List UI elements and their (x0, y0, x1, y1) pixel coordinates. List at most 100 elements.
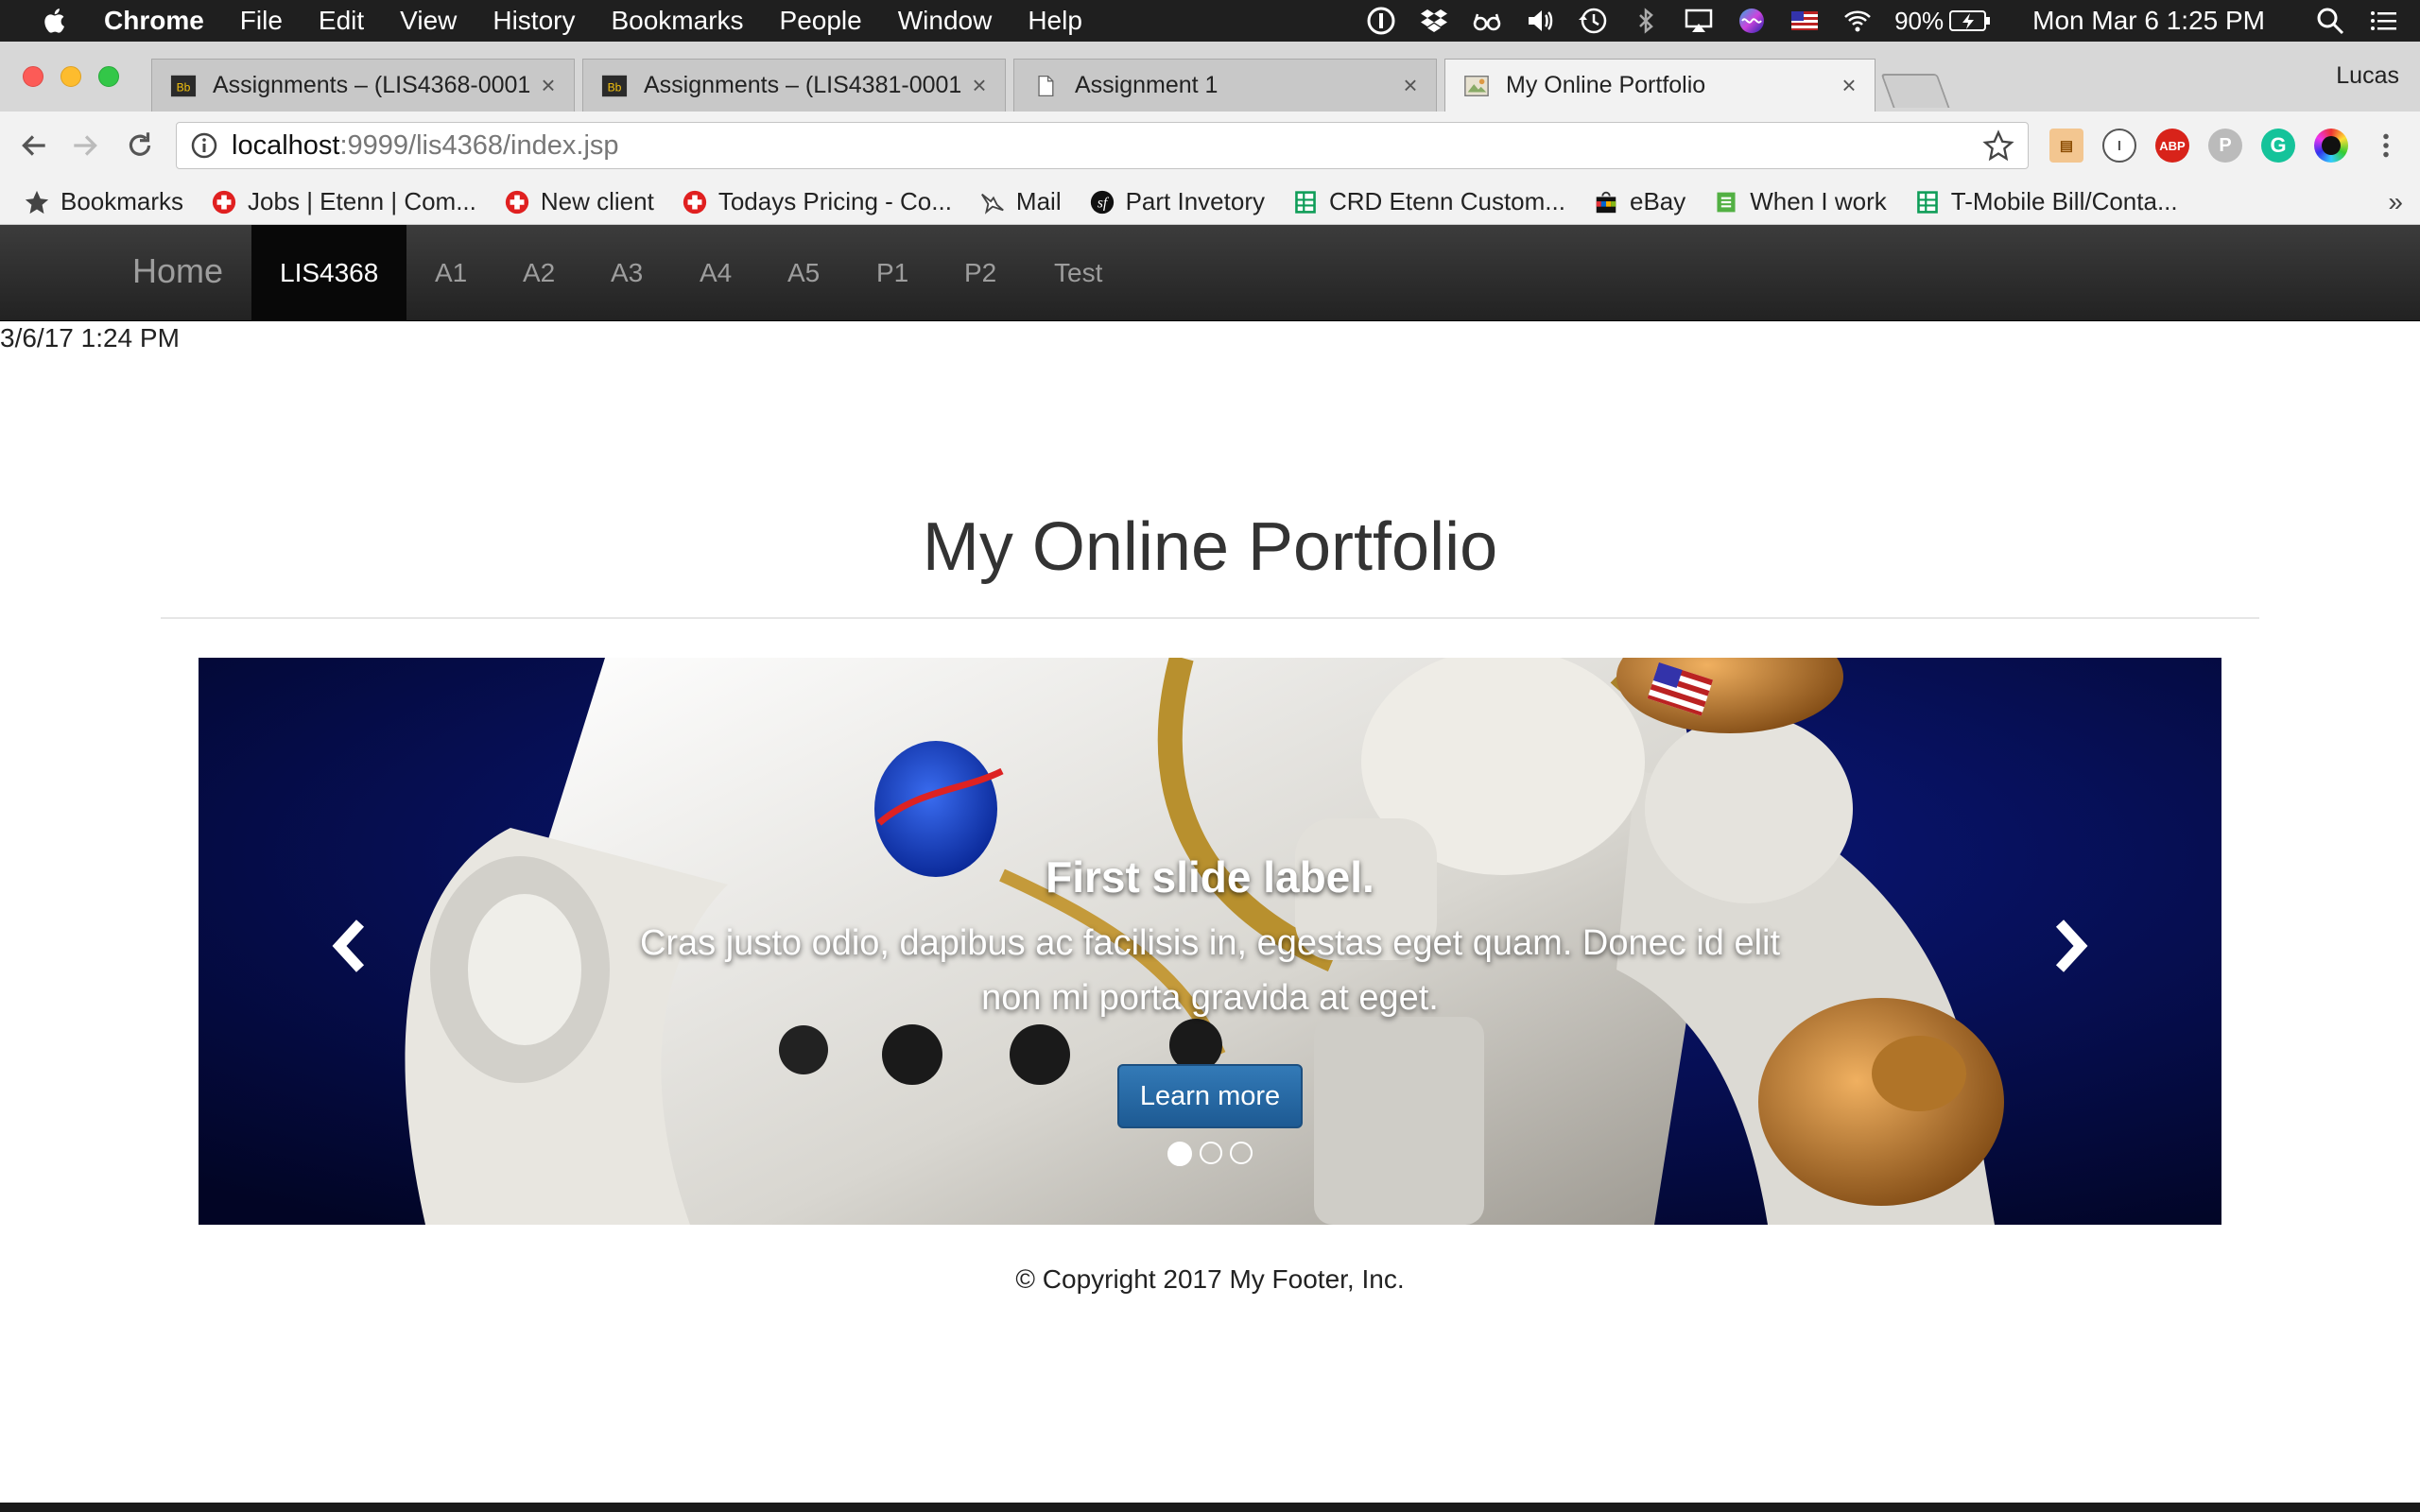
time-machine-icon[interactable] (1577, 5, 1609, 37)
close-window-button[interactable] (23, 66, 43, 87)
red-cross-icon (503, 188, 531, 216)
notification-center-icon[interactable] (2367, 5, 2399, 37)
nav-link-a5[interactable]: A5 (759, 225, 848, 320)
menu-help[interactable]: Help (1028, 6, 1082, 36)
carousel-indicator-2[interactable] (1200, 1142, 1222, 1164)
carousel-indicator-1[interactable] (1167, 1142, 1192, 1166)
bookmark-jobs-etenn[interactable]: Jobs | Etenn | Com... (210, 187, 476, 216)
pushbullet-extension-icon[interactable]: P (2208, 129, 2242, 163)
spotlight-search-icon[interactable] (2314, 5, 2346, 37)
tab-title: Assignments – (LIS4368-0001 (213, 72, 531, 98)
forward-button[interactable] (66, 127, 104, 164)
close-tab-icon[interactable]: × (534, 71, 562, 100)
close-tab-icon[interactable]: × (1396, 71, 1425, 100)
bluetooth-icon[interactable] (1630, 5, 1662, 37)
slide-heading: First slide label. (1046, 852, 1374, 902)
bookmark-label: Mail (1015, 187, 1062, 215)
clipboard-extension-icon[interactable]: ▤ (2049, 129, 2083, 163)
tab-title: Assignments – (LIS4381-0001 (644, 72, 962, 98)
bookmark-star-icon[interactable] (1982, 129, 2014, 162)
close-tab-icon[interactable]: × (1835, 71, 1863, 100)
close-tab-icon[interactable]: × (965, 71, 994, 100)
menu-window[interactable]: Window (898, 6, 993, 36)
maximize-window-button[interactable] (98, 66, 119, 87)
info-icon[interactable] (190, 131, 218, 160)
bookmark-label: T-Mobile Bill/Conta... (1950, 187, 2178, 215)
adblock-extension-icon[interactable]: ABP (2155, 129, 2189, 163)
nav-link-lis4368[interactable]: LIS4368 (251, 225, 407, 320)
bookmark-todays-pricing[interactable]: Todays Pricing - Co... (681, 187, 952, 216)
bookmark-crd-etenn[interactable]: CRD Etenn Custom... (1291, 187, 1565, 216)
tab-assignments-lis4368[interactable]: Bb Assignments – (LIS4368-0001 × (151, 59, 575, 112)
bookmark-part-invetory[interactable]: sf Part Invetory (1088, 187, 1265, 216)
nav-link-p2[interactable]: P2 (936, 225, 1025, 320)
airplay-icon[interactable] (1683, 5, 1715, 37)
reload-button[interactable] (121, 127, 159, 164)
navbar-brand-home[interactable]: Home (132, 251, 223, 291)
onepassword-status-icon[interactable] (1365, 5, 1397, 37)
mail-bird-icon (978, 188, 1007, 216)
wifi-icon[interactable] (1841, 5, 1874, 37)
tab-assignments-lis4381[interactable]: Bb Assignments – (LIS4381-0001 × (582, 59, 1006, 112)
sheets-icon (1291, 188, 1320, 216)
bookmarks-bar: Bookmarks Jobs | Etenn | Com... New clie… (0, 180, 2420, 225)
kebab-menu-icon (2383, 133, 2389, 158)
color-extension-icon[interactable] (2314, 129, 2348, 163)
new-tab-button[interactable] (1880, 74, 1950, 108)
battery-status[interactable]: 90% (1894, 7, 1991, 36)
menu-view[interactable]: View (400, 6, 457, 36)
menu-edit[interactable]: Edit (319, 6, 364, 36)
apple-icon[interactable] (38, 3, 74, 39)
bookmark-when-i-work[interactable]: When I work (1712, 187, 1887, 216)
tab-my-online-portfolio[interactable]: My Online Portfolio × (1444, 59, 1876, 112)
more-bookmarks-chevron-icon[interactable]: » (2388, 187, 2403, 217)
menu-history[interactable]: History (493, 6, 575, 36)
menu-bar-clock[interactable]: Mon Mar 6 1:25 PM (2032, 6, 2265, 36)
window-bottom-edge (0, 1503, 2420, 1512)
us-flag-input-icon[interactable] (1789, 5, 1821, 37)
blackboard-icon: Bb (169, 72, 198, 100)
nav-link-a2[interactable]: A2 (494, 225, 583, 320)
carousel-caption: First slide label. Cras justo odio, dapi… (199, 851, 2221, 1025)
site-navbar: Home LIS4368 A1 A2 A3 A4 A5 P1 P2 Test (0, 225, 2420, 321)
1password-extension-icon[interactable]: I (2102, 129, 2136, 163)
nav-link-test[interactable]: Test (1026, 225, 1131, 320)
menu-bookmarks[interactable]: Bookmarks (611, 6, 743, 36)
nav-link-a1[interactable]: A1 (406, 225, 495, 320)
url-path: :9999/lis4368/index.jsp (339, 129, 619, 161)
nav-link-a3[interactable]: A3 (582, 225, 671, 320)
battery-percent: 90% (1894, 6, 1945, 35)
chrome-menu-button[interactable] (2367, 127, 2405, 164)
document-icon (1031, 72, 1060, 100)
nav-link-p1[interactable]: P1 (848, 225, 937, 320)
bookmark-new-client[interactable]: New client (503, 187, 654, 216)
bookmark-ebay[interactable]: eBay (1592, 187, 1685, 216)
nav-link-a4[interactable]: A4 (671, 225, 760, 320)
minimize-window-button[interactable] (60, 66, 81, 87)
profile-button[interactable]: Lucas (2336, 62, 2399, 90)
volume-icon[interactable] (1524, 5, 1556, 37)
bookmark-bookmarks[interactable]: Bookmarks (23, 187, 183, 216)
bookmark-mail[interactable]: Mail (978, 187, 1062, 216)
carousel-indicator-3[interactable] (1230, 1142, 1253, 1164)
tab-assignment-1[interactable]: Assignment 1 × (1013, 59, 1437, 112)
menu-file[interactable]: File (240, 6, 283, 36)
bookmark-tmobile-bill[interactable]: T-Mobile Bill/Conta... (1913, 187, 2178, 216)
back-button[interactable] (15, 127, 53, 164)
bookmark-label: eBay (1629, 187, 1686, 215)
learn-more-button[interactable]: Learn more (1117, 1064, 1303, 1128)
bookmark-label: CRD Etenn Custom... (1329, 187, 1565, 215)
bookmark-label: Bookmarks (60, 187, 184, 215)
reload-icon (129, 132, 151, 156)
tab-title: Assignment 1 (1075, 72, 1219, 98)
slide-text: Cras justo odio, dapibus ac facilisis in… (639, 923, 1781, 1018)
siri-icon[interactable] (1736, 5, 1768, 37)
image-carousel[interactable]: First slide label. Cras justo odio, dapi… (199, 658, 2221, 1225)
glasses-icon[interactable] (1471, 5, 1503, 37)
menu-people[interactable]: People (780, 6, 862, 36)
address-bar[interactable]: localhost:9999/lis4368/index.jsp (176, 122, 2029, 169)
grammarly-extension-icon[interactable]: G (2261, 129, 2295, 163)
dropbox-icon[interactable] (1418, 5, 1450, 37)
menu-app-chrome[interactable]: Chrome (104, 6, 204, 36)
blackboard-icon: Bb (600, 72, 629, 100)
